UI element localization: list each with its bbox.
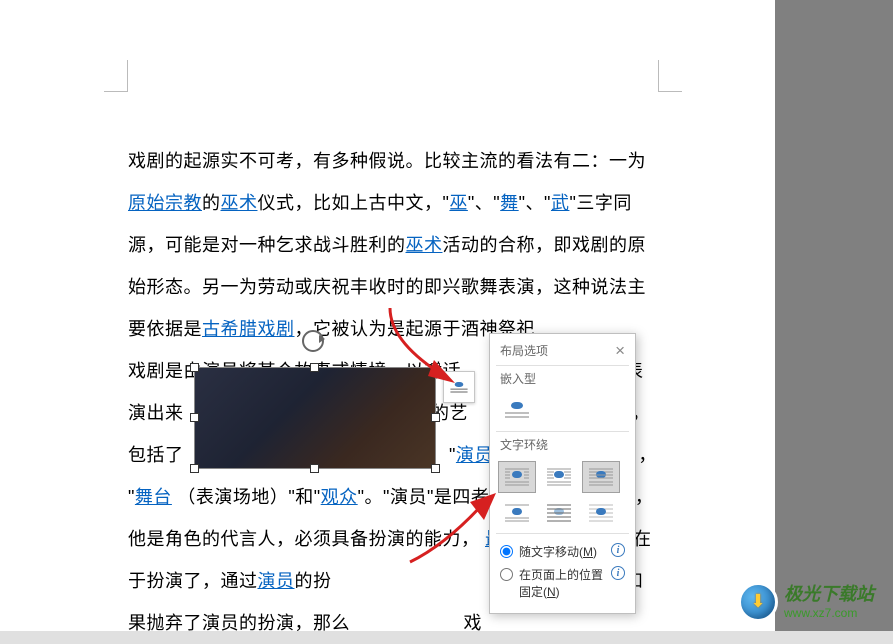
- margin-corner-top-left: [104, 60, 128, 92]
- radio-fixed-input[interactable]: [500, 568, 513, 581]
- text: 包括了: [128, 445, 184, 465]
- resize-handle-bm[interactable]: [310, 464, 319, 473]
- layout-options-popup: 布局选项 × 嵌入型 文字环绕: [489, 333, 636, 614]
- close-icon[interactable]: ×: [615, 342, 625, 359]
- wrap-square[interactable]: [498, 461, 536, 493]
- text: 的: [202, 193, 221, 213]
- selection-border: [194, 367, 436, 469]
- resize-handle-mr[interactable]: [431, 413, 440, 422]
- text: "、": [468, 193, 500, 213]
- info-icon[interactable]: i: [611, 543, 625, 557]
- link-greek-theatre[interactable]: 古希腊戏剧: [202, 319, 295, 339]
- wrap-front-text[interactable]: [582, 497, 620, 529]
- text: "、": [519, 193, 551, 213]
- text: 仪式，比如上古中文，": [258, 193, 450, 213]
- text: 演出来: [128, 403, 184, 423]
- text: ，: [638, 445, 657, 465]
- text: ": [128, 487, 135, 507]
- link-martial[interactable]: 武: [551, 193, 570, 213]
- popup-title: 布局选项: [500, 342, 548, 359]
- watermark: 极光下载站 www.xz7.com: [738, 578, 888, 626]
- watermark-url: www.xz7.com: [784, 606, 874, 620]
- wrap-top-bottom[interactable]: [498, 497, 536, 529]
- text: "。"演员"是四者: [358, 487, 490, 507]
- watermark-download-icon: [738, 582, 778, 622]
- inserted-image[interactable]: [195, 368, 435, 468]
- link-actor-2[interactable]: 演员: [258, 571, 295, 591]
- resize-handle-ml[interactable]: [190, 413, 199, 422]
- wrap-behind-text[interactable]: [540, 497, 578, 529]
- link-wushu-1[interactable]: 巫术: [221, 193, 258, 213]
- link-wu[interactable]: 巫: [449, 193, 468, 213]
- text: ": [449, 445, 456, 465]
- margin-corner-top-right: [658, 60, 682, 92]
- radio-move-with-text[interactable]: 随文字移动(M) i: [500, 540, 625, 563]
- text: 戏剧的起源实不可考，有多种假说。比较主流的看法有二：一为: [128, 151, 646, 171]
- layout-options-button[interactable]: [443, 371, 475, 403]
- section-inline-label: 嵌入型: [490, 366, 635, 391]
- resize-handle-tl[interactable]: [190, 363, 199, 372]
- link-actor-1[interactable]: 演员: [456, 445, 493, 465]
- link-stage[interactable]: 舞台: [135, 487, 172, 507]
- text: 的扮: [295, 571, 332, 591]
- wrap-tight[interactable]: [540, 461, 578, 493]
- document-page: 戏剧的起源实不可考，有多种假说。比较主流的看法有二：一为原始宗教的巫术仪式，比如…: [0, 0, 775, 631]
- radio-fixed-position[interactable]: 在页面上的位置固定(N) i: [500, 563, 625, 603]
- link-wushu-2[interactable]: 巫术: [406, 235, 443, 255]
- watermark-brand: 极光下载站: [784, 584, 874, 606]
- resize-handle-br[interactable]: [431, 464, 440, 473]
- wrap-inline[interactable]: [498, 395, 536, 427]
- info-icon[interactable]: i: [611, 566, 625, 580]
- link-audience[interactable]: 观众: [321, 487, 358, 507]
- text: （表演场地）"和": [172, 487, 321, 507]
- link-primitive-religion[interactable]: 原始宗教: [128, 193, 202, 213]
- app-sidebar: [775, 0, 893, 631]
- resize-handle-bl[interactable]: [190, 464, 199, 473]
- wrap-through[interactable]: [582, 461, 620, 493]
- radio-move-input[interactable]: [500, 545, 513, 558]
- link-dance[interactable]: 舞: [500, 193, 519, 213]
- resize-handle-tm[interactable]: [310, 363, 319, 372]
- text: 戏: [464, 613, 483, 633]
- layout-icon: [444, 372, 474, 402]
- section-wrap-label: 文字环绕: [490, 432, 635, 457]
- rotate-handle-icon[interactable]: [302, 330, 324, 352]
- resize-handle-tr[interactable]: [431, 363, 440, 372]
